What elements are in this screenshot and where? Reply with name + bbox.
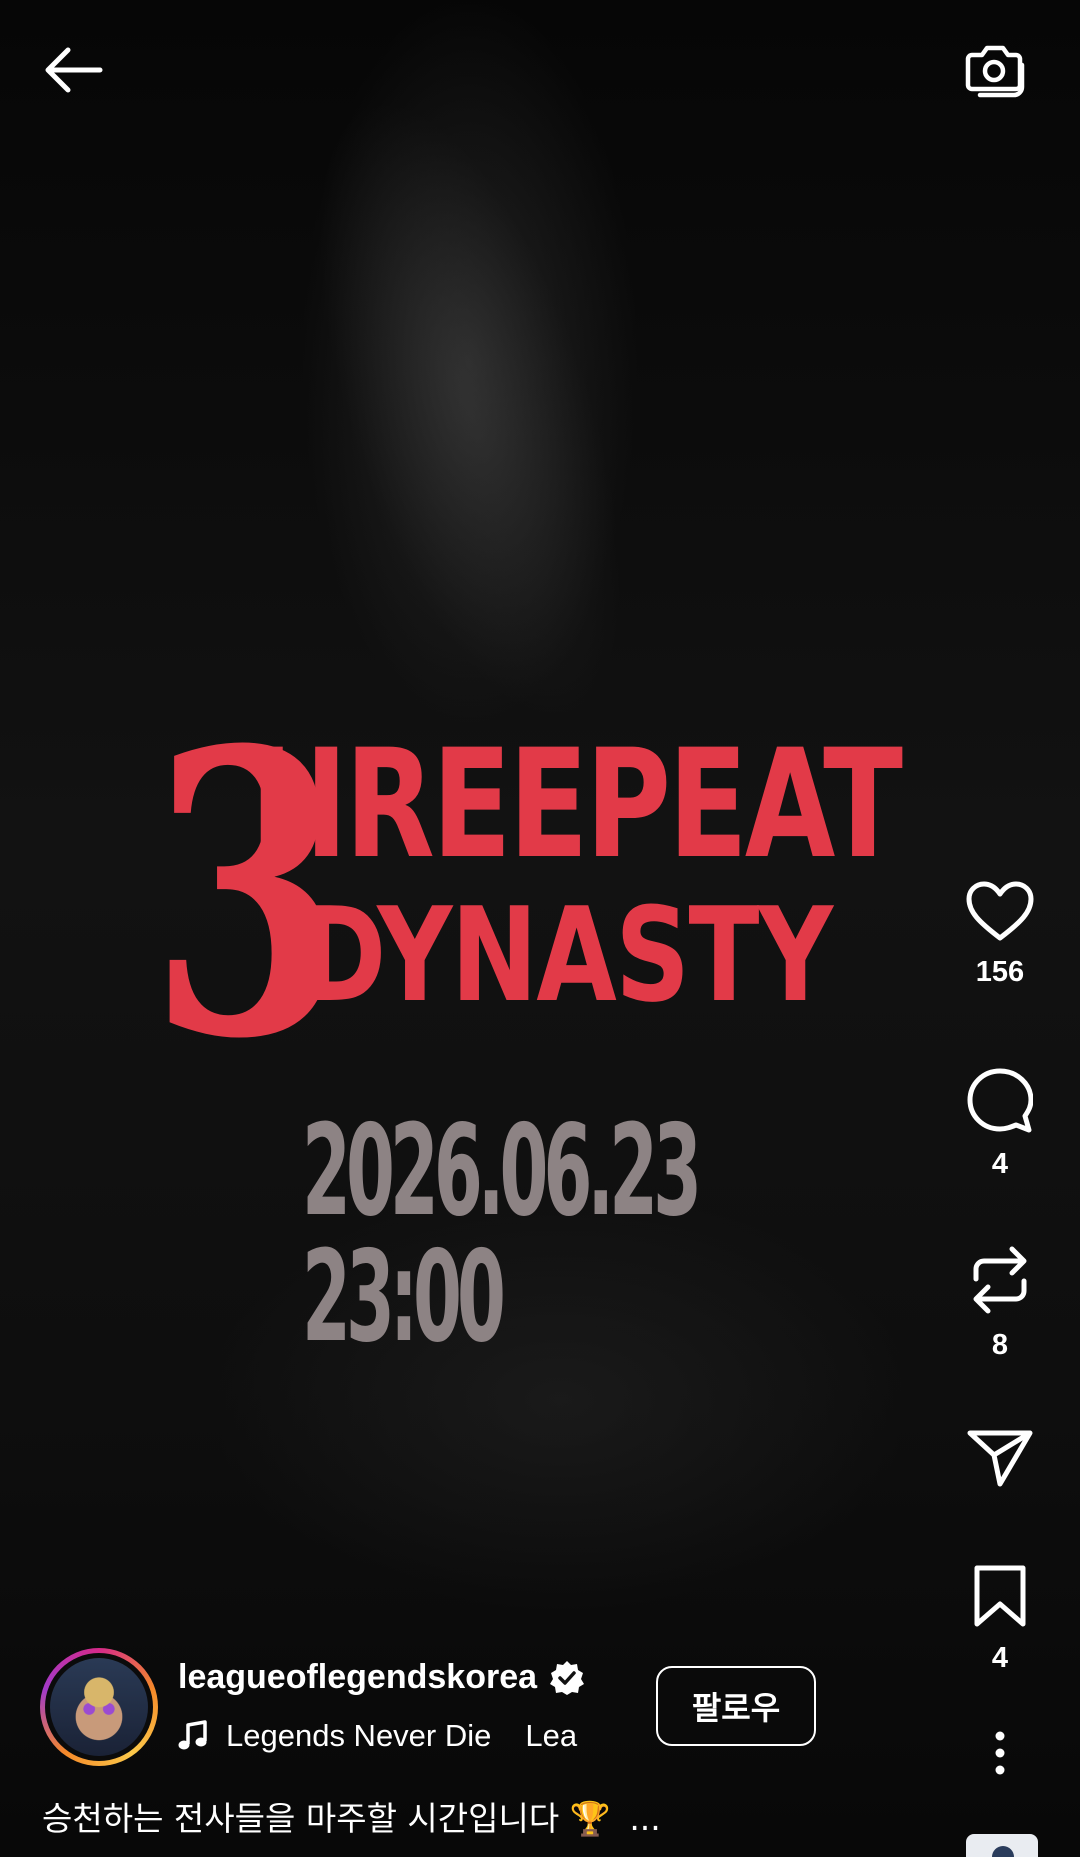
audio-track-title: Legends Never Die [226,1718,492,1753]
bookmark-icon[interactable] [973,1564,1027,1628]
event-date: 2026.06.23 23:00 [302,1097,702,1370]
camera-icon [965,45,1025,98]
follow-button[interactable]: 팔로우 [656,1666,816,1746]
author-avatar[interactable] [40,1648,158,1766]
more-vertical-icon[interactable] [990,1730,1010,1776]
share-action[interactable] [950,1428,1050,1488]
more-options-button[interactable] [950,1730,1050,1776]
author-bar: leagueoflegendskorea Legends Never Die L… [40,1648,820,1768]
avatar-image [50,1658,148,1756]
like-action[interactable]: 156 [950,880,1050,989]
caption-text: 승천하는 전사들을 마주할 시간입니다 🏆 [42,1799,611,1838]
audio-track-title-scroll: Lea [525,1718,578,1753]
comment-action[interactable]: 4 [950,1068,1050,1181]
logo-title-line1: HREEPEAT [250,718,903,892]
heart-icon[interactable] [965,880,1035,942]
repost-icon[interactable] [968,1245,1032,1315]
arrow-left-icon [45,47,103,93]
repost-action[interactable]: 8 [950,1245,1050,1362]
send-icon[interactable] [967,1428,1033,1488]
back-button[interactable] [30,30,116,110]
reel-viewer[interactable]: 3 HREEPEAT DYNASTY 2026.06.23 23:00 156 … [0,0,1080,1857]
repost-count: 8 [991,1329,1009,1361]
save-count: 4 [991,1642,1009,1674]
next-reel-thumbnail[interactable] [966,1834,1038,1857]
save-action[interactable]: 4 [950,1564,1050,1675]
like-count: 156 [975,956,1025,988]
username-row[interactable]: leagueoflegendskorea [178,1658,585,1697]
logo-title-line2: DYNASTY [300,879,833,1031]
author-username[interactable]: leagueoflegendskorea [178,1658,537,1697]
music-note-icon [178,1720,207,1750]
comment-count: 4 [991,1148,1009,1180]
verified-badge-icon [550,1660,585,1695]
comment-bubble-icon[interactable] [967,1068,1033,1134]
camera-button[interactable] [955,30,1035,110]
audio-track-row[interactable]: Legends Never Die Lea [178,1714,620,1758]
post-caption[interactable]: 승천하는 전사들을 마주할 시간입니다 🏆 ... [42,1792,661,1840]
caption-more[interactable]: ... [629,1799,660,1838]
